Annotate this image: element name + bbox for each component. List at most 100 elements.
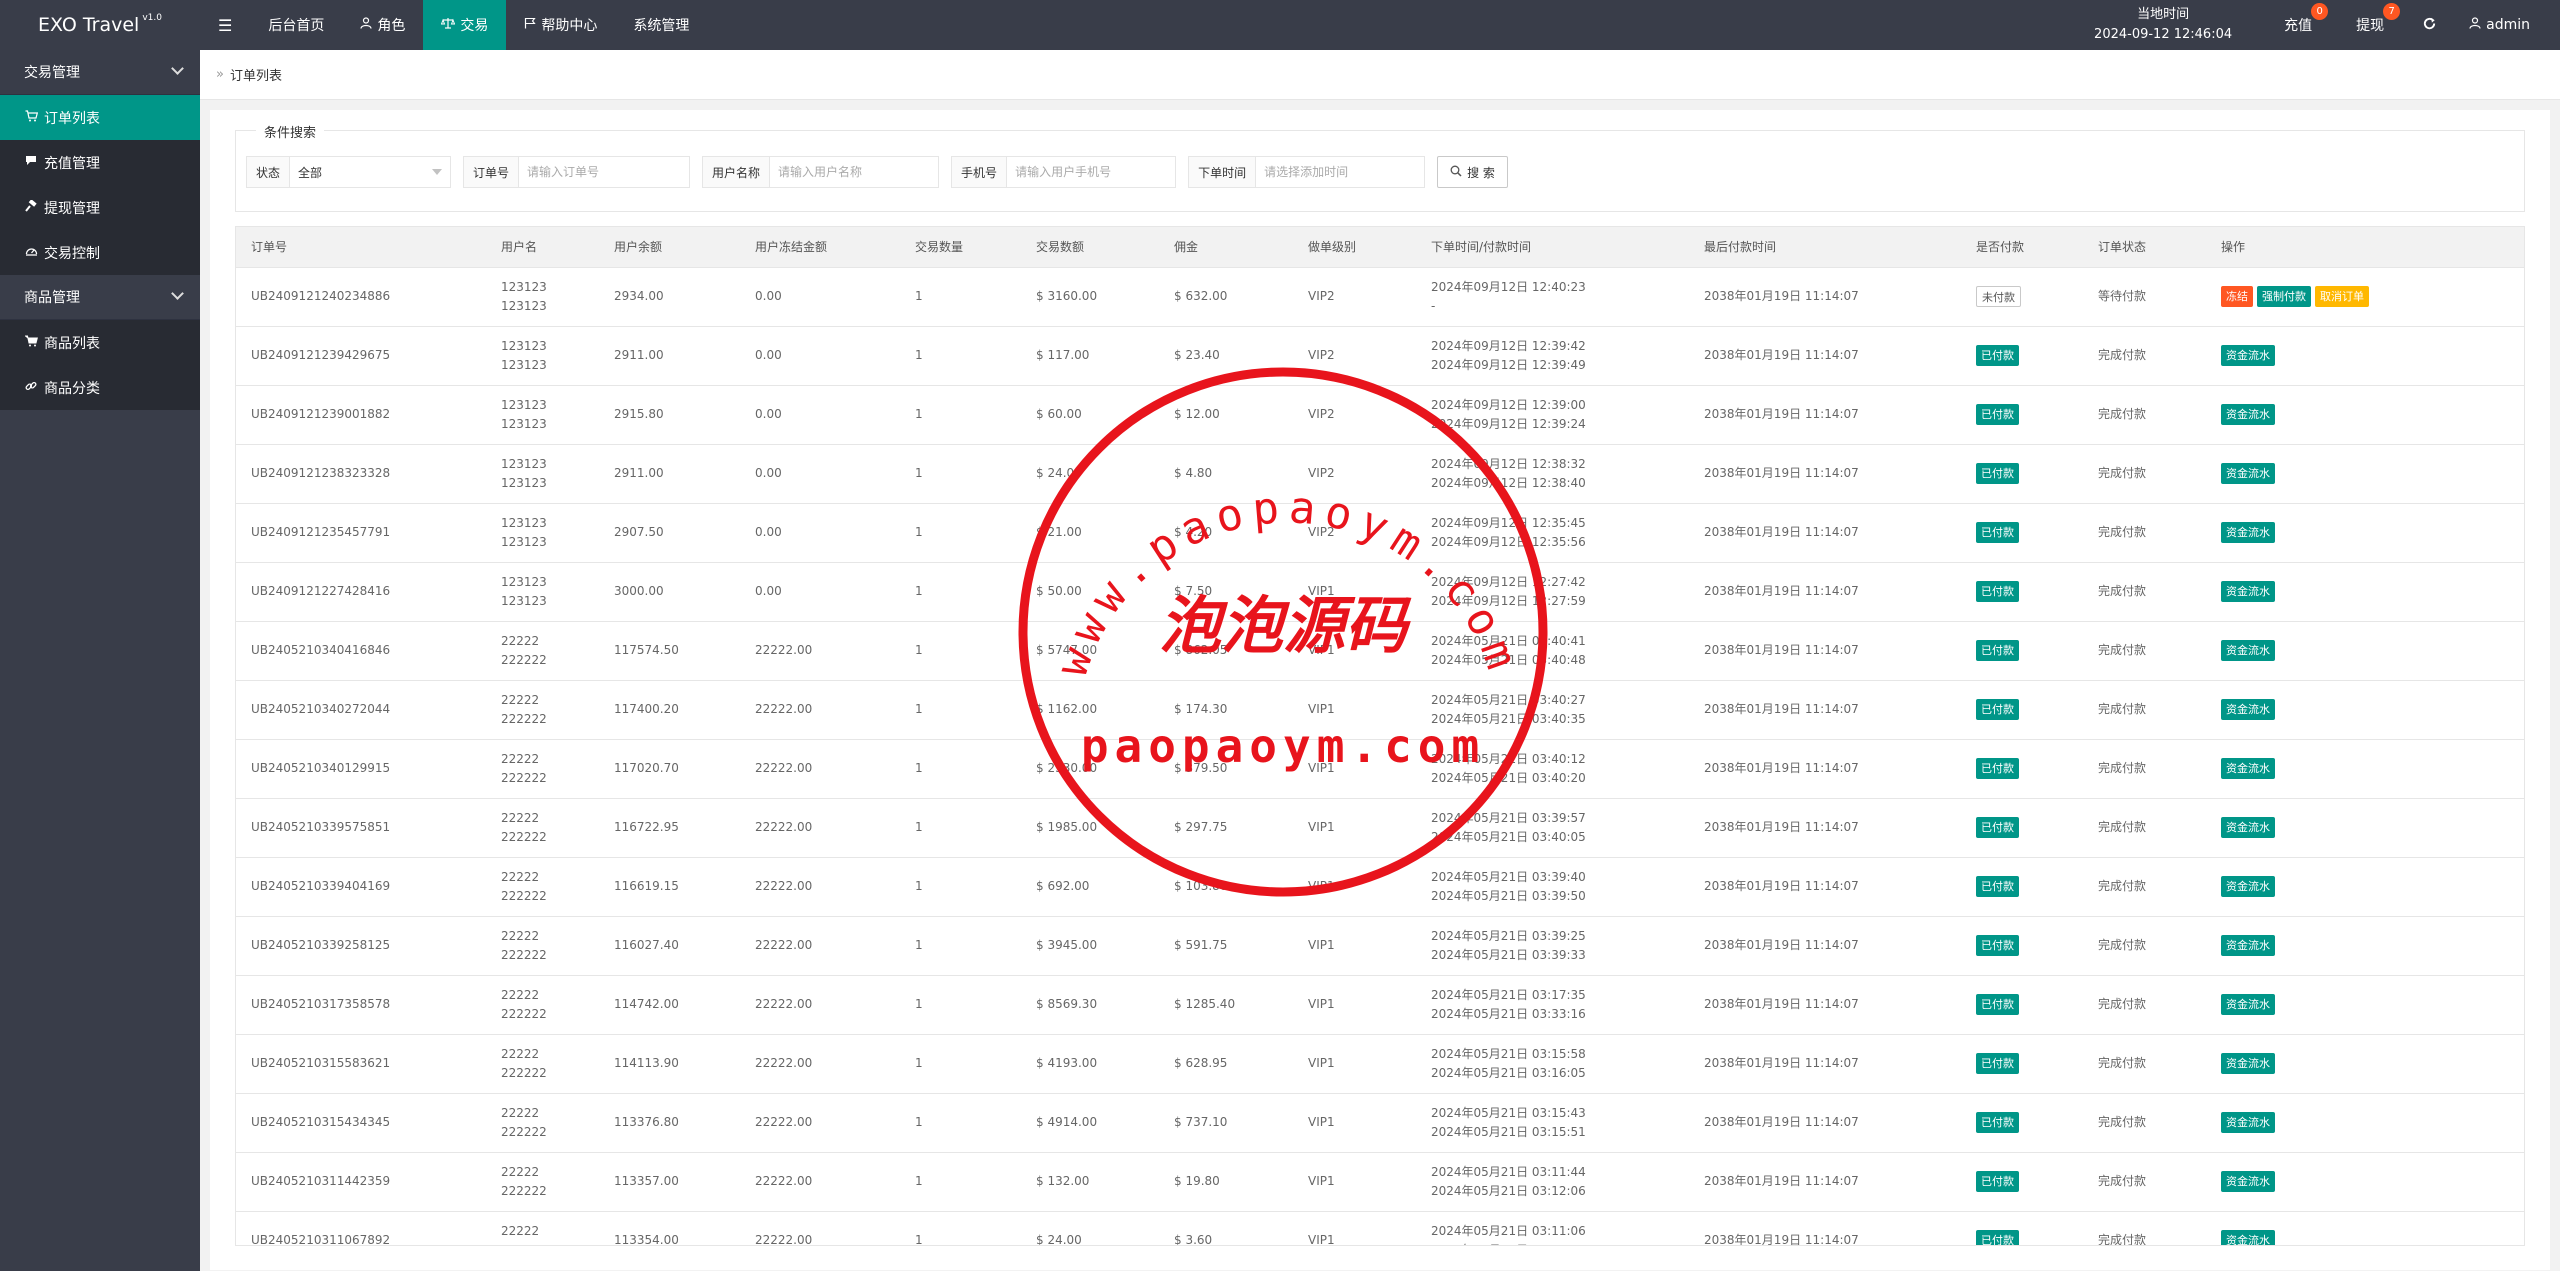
table-cell: $ 297.75: [1159, 798, 1293, 858]
col-header[interactable]: 下单时间/付款时间: [1416, 227, 1689, 268]
col-header[interactable]: 是否付款: [1961, 227, 2083, 268]
topnav-item-home[interactable]: 后台首页: [250, 0, 342, 50]
col-header[interactable]: 用户余额: [599, 227, 740, 268]
table-cell: 2024年05月21日 03:15:43 2024年05月21日 03:15:51: [1416, 1093, 1689, 1153]
fund-flow-button[interactable]: 资金流水: [2221, 758, 2275, 779]
app-logo[interactable]: EXO Travel v1.0: [0, 0, 200, 50]
breadcrumb-current[interactable]: 订单列表: [230, 65, 282, 84]
table-cell: 2907.50: [599, 503, 740, 563]
trade-quantity: 1: [915, 348, 923, 362]
status-select[interactable]: 全部: [290, 157, 450, 187]
fund-flow-button[interactable]: 资金流水: [2221, 581, 2275, 602]
col-header[interactable]: 最后付款时间: [1689, 227, 1961, 268]
cart-icon: [23, 335, 38, 351]
commission: $ 379.50: [1174, 761, 1228, 775]
table-cell: 2038年01月19日 11:14:07: [1689, 916, 1961, 976]
table-cell: VIP2: [1293, 444, 1416, 504]
col-header[interactable]: 佣金: [1159, 227, 1293, 268]
sidebar-item-goods-category[interactable]: 商品分类: [0, 365, 200, 410]
refresh-button[interactable]: [2406, 0, 2453, 50]
topnav-item-system[interactable]: 系统管理: [615, 0, 707, 50]
user-balance: 117400.20: [614, 702, 679, 716]
table-cell: 资金流水: [2206, 1152, 2524, 1212]
topnav-item-help[interactable]: 帮助中心: [506, 0, 615, 50]
fund-flow-button[interactable]: 资金流水: [2221, 1112, 2275, 1133]
withdraw-link[interactable]: 提现 7: [2334, 0, 2406, 50]
sidebar-group-trade[interactable]: 交易管理: [0, 50, 200, 95]
order-input[interactable]: [519, 157, 690, 187]
user-balance: 2915.80: [614, 407, 664, 421]
commission: $ 628.95: [1174, 1056, 1228, 1070]
col-header[interactable]: 交易数额: [1021, 227, 1159, 268]
order-number: UB2409121239429675: [251, 348, 391, 362]
fund-flow-button[interactable]: 资金流水: [2221, 1053, 2275, 1074]
user-balance: 116722.95: [614, 820, 679, 834]
trade-quantity: 1: [915, 1115, 923, 1129]
time-input[interactable]: [1256, 157, 1425, 187]
table-cell: $ 628.95: [1159, 1034, 1293, 1094]
fund-flow-button[interactable]: 资金流水: [2221, 522, 2275, 543]
pay-time: 2024年05月21日 03:40:20: [1431, 770, 1586, 785]
col-header[interactable]: 交易数量: [900, 227, 1021, 268]
table-cell: VIP1: [1293, 1093, 1416, 1153]
col-header[interactable]: 用户名: [486, 227, 599, 268]
fund-flow-button[interactable]: 资金流水: [2221, 876, 2275, 897]
table-cell: 123123 123123: [486, 444, 599, 504]
username-line: 123123: [501, 593, 547, 608]
sidebar-item-recharge[interactable]: 充值管理: [0, 140, 200, 185]
table-cell: 113376.80: [599, 1093, 740, 1153]
col-header[interactable]: 订单状态: [2083, 227, 2206, 268]
trade-amount: $ 50.00: [1036, 584, 1082, 598]
table-cell: $ 117.00: [1021, 326, 1159, 386]
fund-flow-button[interactable]: 资金流水: [2221, 1230, 2275, 1245]
order-number: UB2409121227428416: [251, 584, 391, 598]
topnav-item-roles[interactable]: 角色: [342, 0, 423, 50]
cancel-order-button[interactable]: 取消订单: [2315, 286, 2369, 307]
recharge-link[interactable]: 充值 0: [2262, 0, 2334, 50]
phone-input[interactable]: [1007, 157, 1176, 187]
menu-toggle-button[interactable]: ☰: [200, 0, 250, 50]
fund-flow-button[interactable]: 资金流水: [2221, 463, 2275, 484]
order-time: 2024年05月21日 03:39:57: [1431, 810, 1586, 825]
table-cell: 1: [900, 1034, 1021, 1094]
gauge-icon: [24, 245, 38, 261]
order-status: 完成付款: [2098, 1174, 2147, 1188]
fund-flow-button[interactable]: 资金流水: [2221, 935, 2275, 956]
col-header[interactable]: 用户冻结金额: [740, 227, 900, 268]
table-cell: $ 1285.40: [1159, 975, 1293, 1035]
table-cell: VIP1: [1293, 1152, 1416, 1212]
sidebar-item-goods-list[interactable]: 商品列表: [0, 320, 200, 365]
fund-flow-button[interactable]: 资金流水: [2221, 994, 2275, 1015]
table-cell: $ 103.80: [1159, 857, 1293, 917]
topnav-item-trade[interactable]: 交易: [423, 0, 507, 50]
table-cell: 22222.00: [740, 621, 900, 681]
user-menu[interactable]: admin: [2453, 0, 2560, 50]
order-number: UB2405210315583621: [251, 1056, 391, 1070]
username-input[interactable]: [770, 157, 939, 187]
sidebar-group-goods[interactable]: 商品管理: [0, 275, 200, 320]
col-header[interactable]: 做单级别: [1293, 227, 1416, 268]
sidebar-item-orders[interactable]: 订单列表: [0, 95, 200, 140]
fund-flow-button[interactable]: 资金流水: [2221, 1171, 2275, 1192]
force-pay-button[interactable]: 强制付款: [2257, 286, 2311, 307]
commission: $ 12.00: [1174, 407, 1220, 421]
vip-level: VIP1: [1308, 1115, 1335, 1129]
search-button[interactable]: 搜 索: [1437, 156, 1508, 188]
trade-amount: $ 4914.00: [1036, 1115, 1098, 1129]
col-header[interactable]: 订单号: [236, 227, 486, 268]
sidebar-item-trade-control[interactable]: 交易控制: [0, 230, 200, 275]
freeze-button[interactable]: 冻结: [2221, 286, 2253, 307]
breadcrumb: » 订单列表: [200, 50, 2560, 100]
sidebar-item-withdraw[interactable]: 提现管理: [0, 185, 200, 230]
username-line: 123123: [501, 475, 547, 490]
fund-flow-button[interactable]: 资金流水: [2221, 817, 2275, 838]
fund-flow-button[interactable]: 资金流水: [2221, 699, 2275, 720]
pay-time: 2024年09月12日 12:27:59: [1431, 593, 1586, 608]
fund-flow-button[interactable]: 资金流水: [2221, 345, 2275, 366]
last-pay-time: 2038年01月19日 11:14:07: [1704, 820, 1859, 834]
fund-flow-button[interactable]: 资金流水: [2221, 404, 2275, 425]
col-header[interactable]: 操作: [2206, 227, 2524, 268]
table-cell: 2024年05月21日 03:39:25 2024年05月21日 03:39:33: [1416, 916, 1689, 976]
fund-flow-button[interactable]: 资金流水: [2221, 640, 2275, 661]
username-line: 22222: [501, 987, 540, 1002]
